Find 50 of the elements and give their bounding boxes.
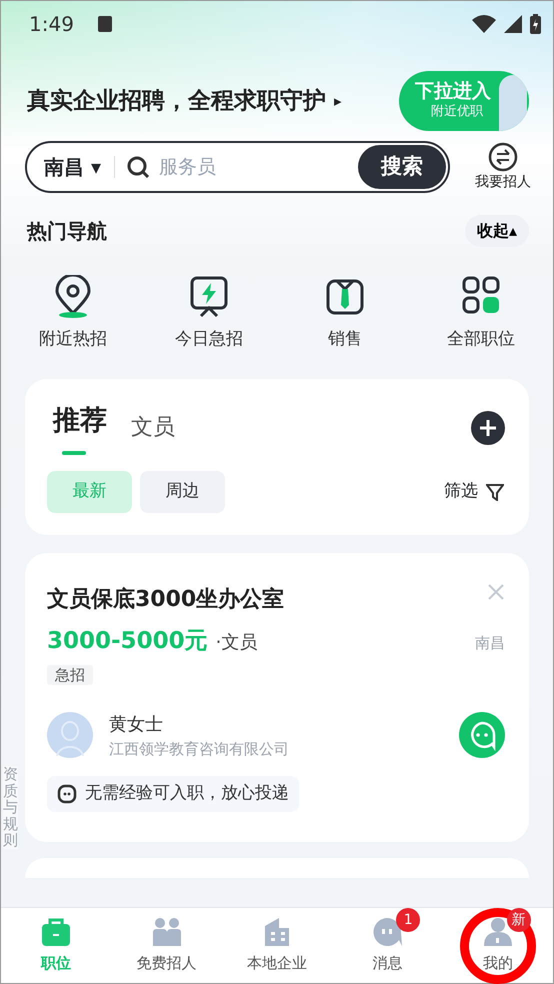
tab-bar-item[interactable]: 免费招人: [111, 908, 222, 983]
tab-bar-item[interactable]: 新 我的: [442, 908, 554, 983]
signal-icon: [504, 15, 522, 33]
message-icon: [57, 784, 77, 804]
promo-subtitle: 附近优职: [431, 102, 484, 121]
tab-bar-item[interactable]: 本地企业: [222, 908, 332, 983]
wifi-icon: [472, 15, 496, 33]
urgent-tag: 急招: [47, 664, 93, 684]
nav-item-label[interactable]: 今日急招: [175, 327, 243, 352]
job-title: 文员保底3000坐办公室: [47, 586, 284, 614]
people-icon: [150, 916, 183, 948]
search-icon: [127, 156, 150, 178]
person-icon: [482, 916, 514, 948]
badge-count: 新: [506, 908, 531, 932]
recruiter-name: 黄女士: [109, 712, 164, 736]
nav-item-label[interactable]: 销售: [328, 327, 362, 352]
job-category: ·文员: [216, 631, 258, 655]
job-city: 南昌: [475, 633, 505, 654]
briefcase-icon: [40, 916, 72, 948]
lightning-icon[interactable]: [189, 275, 229, 319]
feed-tab[interactable]: 推荐: [53, 400, 107, 455]
status-time: 1:49: [29, 11, 74, 38]
filter-button[interactable]: 筛选: [443, 478, 505, 506]
arrow-icon: ▸: [334, 90, 342, 112]
filter-icon: [486, 483, 504, 501]
collapse-button[interactable]: 收起▴: [464, 215, 529, 247]
note-text: 无需经验可入职，放心投递: [85, 782, 289, 805]
avatar-silhouette: [47, 712, 93, 758]
nav-item-label[interactable]: 附近热招: [39, 327, 107, 352]
city-selector[interactable]: 南昌 ▾: [43, 151, 102, 183]
battery-icon: [530, 14, 541, 34]
promo-title: 下拉进入: [415, 80, 492, 102]
location-pin-icon[interactable]: [53, 275, 93, 319]
add-icon[interactable]: [471, 410, 505, 445]
photo-placeholder: [499, 75, 527, 131]
nav-item-label[interactable]: 全部职位: [447, 327, 515, 352]
swap-icon[interactable]: [488, 142, 518, 172]
badge-count: 1: [396, 908, 420, 932]
section-title: 热门导航: [27, 218, 107, 245]
search-button[interactable]: 搜索: [358, 145, 446, 189]
banner-slogan: 真实企业招聘，全程求职守护: [27, 86, 326, 116]
tab-bar-item[interactable]: 1 消息: [332, 908, 443, 983]
search-field[interactable]: 南昌 ▾ 服务员 搜索: [25, 141, 450, 193]
recruit-link[interactable]: 我要招人: [475, 172, 531, 192]
salary: 3000-5000元: [47, 627, 208, 656]
filter-chip[interactable]: 周边: [140, 471, 225, 513]
company-name: 江西领学教育咨询有限公司: [109, 738, 289, 760]
feed-tab[interactable]: 文员: [131, 411, 175, 444]
notification-icon: [98, 16, 112, 32]
chat-bubble-icon: [371, 916, 404, 948]
